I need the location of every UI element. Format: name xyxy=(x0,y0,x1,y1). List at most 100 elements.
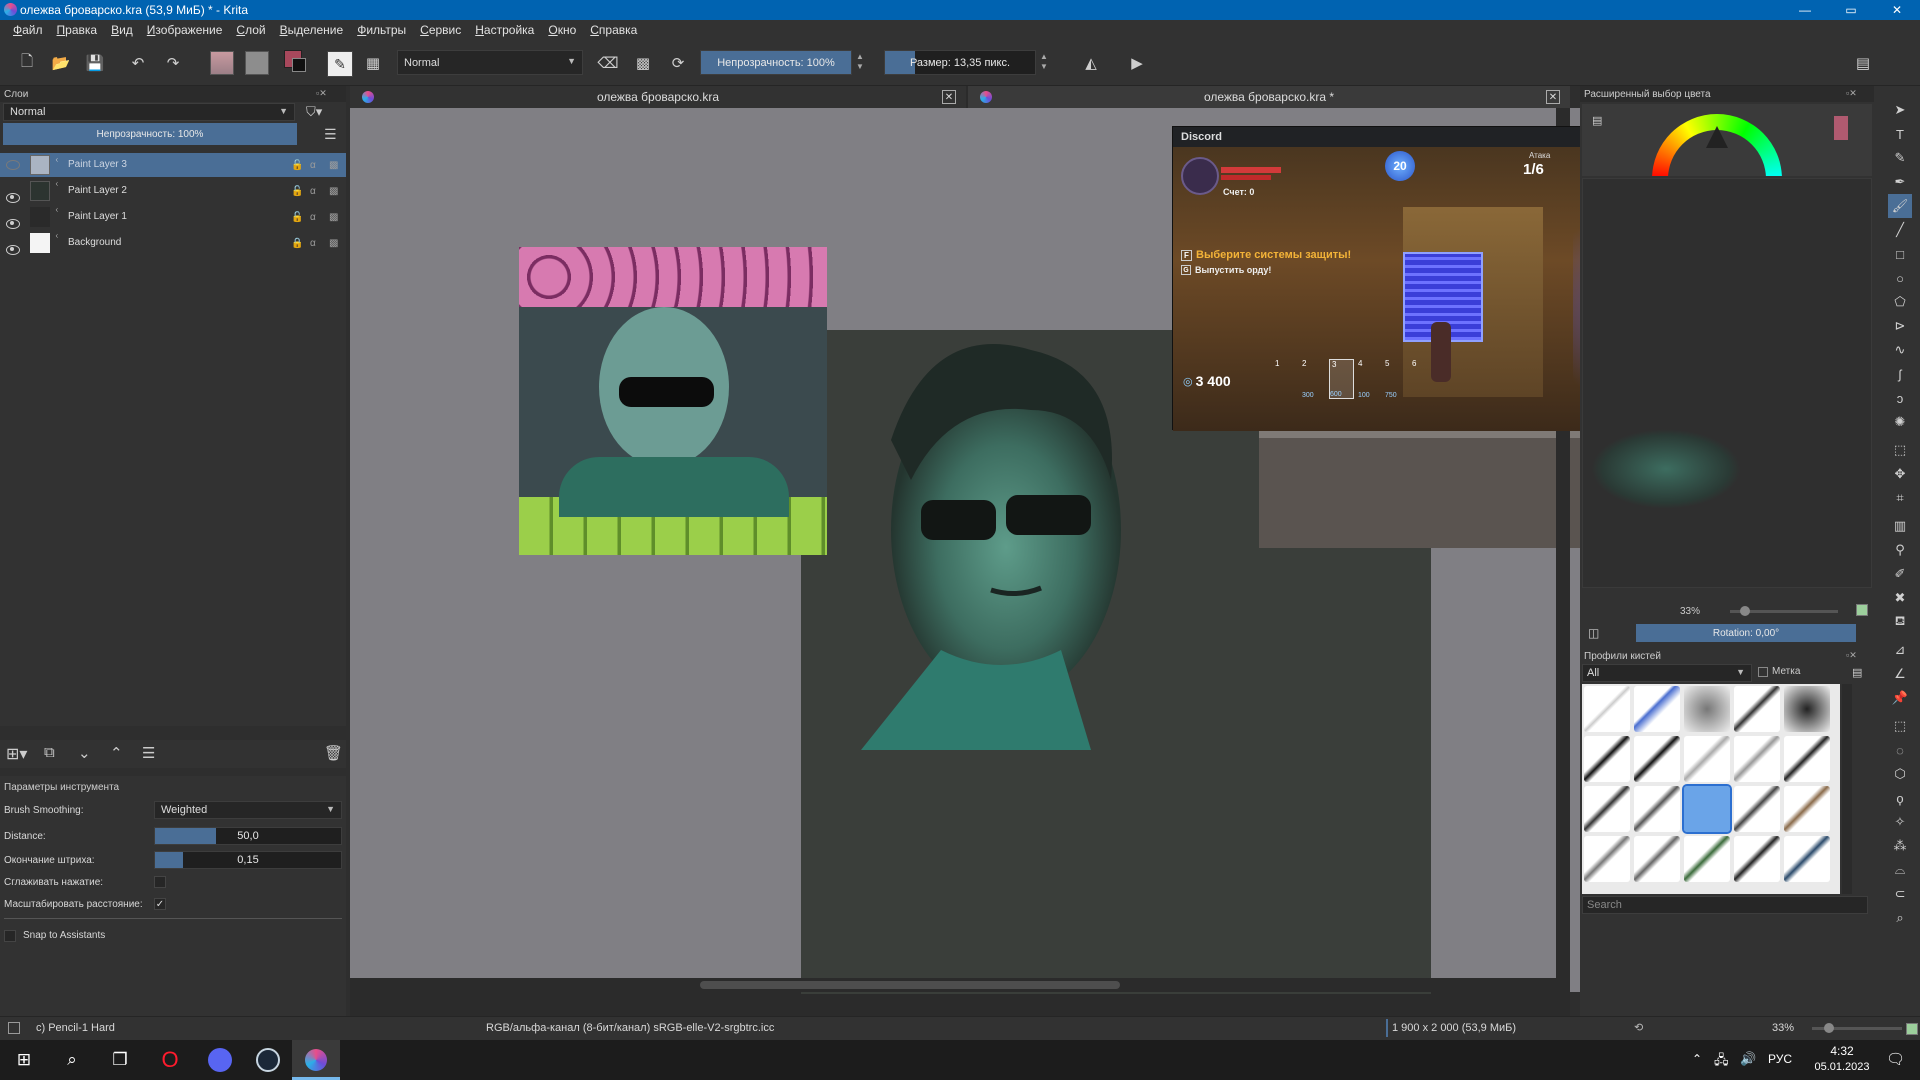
select-shape-icon[interactable]: ➤ xyxy=(1888,98,1912,122)
opacity-spinner[interactable]: ▲ ▼ xyxy=(856,52,864,72)
brush-preset-selected[interactable] xyxy=(1682,784,1732,834)
tray-chevron-icon[interactable]: ⌃ xyxy=(1692,1052,1702,1066)
menu-window[interactable]: Окно xyxy=(541,23,583,37)
brush-preset[interactable] xyxy=(1784,736,1830,782)
polygon-tool-icon[interactable]: ⬠ xyxy=(1888,290,1912,314)
opera-icon[interactable]: O xyxy=(146,1040,194,1080)
brush-preset[interactable] xyxy=(1584,686,1630,732)
float-close-icon[interactable]: ▫✕ xyxy=(316,88,327,99)
layer-opacity-slider[interactable]: Непрозрачность: 100% xyxy=(3,123,297,145)
polyline-tool-icon[interactable]: ⊳ xyxy=(1888,314,1912,338)
rotation-slider[interactable]: Rotation: 0,00° xyxy=(1636,624,1856,642)
measure-tool-icon[interactable]: ∠ xyxy=(1888,662,1912,686)
pixel-lock-icon[interactable]: ▩ xyxy=(329,186,339,197)
float-close-icon[interactable]: ▫✕ xyxy=(1846,650,1857,661)
zoom-tool-icon[interactable]: ⌕ xyxy=(1888,906,1912,930)
volume-icon[interactable]: 🔊 xyxy=(1740,1051,1756,1067)
layer-blend-mode-select[interactable]: Normal ▼ xyxy=(3,103,295,121)
brush-preset-grid[interactable] xyxy=(1582,684,1840,894)
tag-toggle[interactable]: Метка xyxy=(1758,666,1800,677)
ellipse-select-icon[interactable]: ◌ xyxy=(1888,738,1912,762)
overview-zoom-slider[interactable] xyxy=(1730,606,1838,616)
reference-tool-icon[interactable]: 📌 xyxy=(1888,686,1912,710)
freehand-select-icon[interactable]: ϙ xyxy=(1888,786,1912,810)
bezier-select-icon[interactable]: ⌓ xyxy=(1888,858,1912,882)
minimize-button[interactable]: — xyxy=(1782,0,1828,20)
doc-tab-2[interactable]: олежва броварско.kra * ✕ xyxy=(968,86,1570,108)
menu-image[interactable]: Изображение xyxy=(140,23,230,37)
overview-panel[interactable] xyxy=(1582,178,1872,588)
size-slider[interactable]: Размер: 13,35 пикс. xyxy=(884,50,1036,75)
brush-preset[interactable] xyxy=(1684,686,1730,732)
lock-icon[interactable]: 🔓 xyxy=(291,160,303,171)
opacity-slider[interactable]: Непрозрачность: 100% xyxy=(700,50,852,75)
hidden-eye-icon[interactable] xyxy=(6,160,20,170)
menu-help[interactable]: Справка xyxy=(583,23,644,37)
distance-slider[interactable]: 50,0 xyxy=(154,827,342,845)
lock-icon[interactable]: 🔒 xyxy=(291,238,303,249)
eye-icon[interactable] xyxy=(6,193,20,203)
brush-preset[interactable] xyxy=(1734,686,1780,732)
contiguous-select-icon[interactable]: ✧ xyxy=(1888,810,1912,834)
menu-layer[interactable]: Слой xyxy=(229,23,272,37)
brush-preset[interactable] xyxy=(1784,786,1830,832)
preset-search-input[interactable]: Search xyxy=(1582,896,1868,914)
docker-toggle-icon[interactable]: ▤ xyxy=(1850,50,1876,76)
color-selector[interactable]: ▤ xyxy=(1582,104,1872,176)
notifications-icon[interactable]: 🗨 xyxy=(1886,1050,1905,1068)
polygon-select-icon[interactable]: ⬡ xyxy=(1888,762,1912,786)
color-triangle[interactable] xyxy=(1706,126,1728,148)
alpha-icon[interactable]: α xyxy=(310,238,320,249)
alpha-icon[interactable]: α xyxy=(310,186,320,197)
menu-edit[interactable]: Правка xyxy=(50,23,105,37)
brush-preset[interactable] xyxy=(1634,786,1680,832)
mirror-view-icon[interactable]: ◫ xyxy=(1588,626,1599,640)
scale-distance-checkbox[interactable]: ✓ xyxy=(154,898,166,910)
menu-filters[interactable]: Фильтры xyxy=(350,23,413,37)
scroll-thumb[interactable] xyxy=(700,981,1120,989)
brush-preset[interactable] xyxy=(1784,686,1830,732)
open-document-icon[interactable]: 📂 xyxy=(48,50,74,76)
maximize-button[interactable]: ▭ xyxy=(1828,0,1874,20)
gradient-tool-icon[interactable]: ▥ xyxy=(1888,514,1912,538)
language-indicator[interactable]: РУС xyxy=(1768,1052,1792,1066)
pattern-swatch[interactable] xyxy=(245,51,269,75)
eye-icon[interactable] xyxy=(6,219,20,229)
stroke-end-slider[interactable]: 0,15 xyxy=(154,851,342,869)
crop-tool-icon[interactable]: ⌗ xyxy=(1888,486,1912,510)
freehand-path-icon[interactable]: ʃ xyxy=(1888,362,1912,386)
layer-row[interactable]: ᚲ Paint Layer 3 🔓 α ▩ xyxy=(0,153,346,177)
layer-name[interactable]: Background xyxy=(68,237,121,248)
dynamic-brush-icon[interactable]: ↄ xyxy=(1888,386,1912,410)
reload-preset-icon[interactable]: ⟳ xyxy=(665,50,691,76)
new-document-icon[interactable]: 🗋 xyxy=(14,50,40,76)
size-spinner[interactable]: ▲ ▼ xyxy=(1040,52,1048,72)
brush-preset[interactable] xyxy=(1584,736,1630,782)
colorize-mask-icon[interactable]: ✐ xyxy=(1888,562,1912,586)
alpha-icon[interactable]: α xyxy=(310,160,320,171)
horizontal-scrollbar[interactable] xyxy=(350,978,1556,992)
lock-icon[interactable]: 🔓 xyxy=(291,186,303,197)
brush-preset-button[interactable]: ✎ xyxy=(327,51,353,77)
layer-row[interactable]: ᚲ Background 🔒 α ▩ xyxy=(0,231,346,255)
similar-select-icon[interactable]: ⁂ xyxy=(1888,834,1912,858)
discord-icon[interactable] xyxy=(196,1040,244,1080)
layer-row[interactable]: ᚲ Paint Layer 2 🔓 α ▩ xyxy=(0,179,346,203)
brush-preset[interactable] xyxy=(1784,836,1830,882)
delete-layer-icon[interactable]: 🗑 xyxy=(324,744,343,762)
text-tool-icon[interactable]: T xyxy=(1888,122,1912,146)
close-tab-icon[interactable]: ✕ xyxy=(1546,90,1560,104)
task-view-icon[interactable]: ❐ xyxy=(96,1040,144,1080)
freehand-brush-icon[interactable]: 🖌 xyxy=(1888,194,1912,218)
search-icon[interactable]: ⌕ xyxy=(48,1040,96,1080)
fit-view-icon[interactable] xyxy=(1856,604,1868,616)
close-tab-icon[interactable]: ✕ xyxy=(942,90,956,104)
smart-patch-icon[interactable]: ✖ xyxy=(1888,586,1912,610)
tag-checkbox[interactable] xyxy=(1758,666,1768,677)
brush-preset[interactable] xyxy=(1584,786,1630,832)
brush-smoothing-select[interactable]: Weighted ▼ xyxy=(154,801,342,819)
doc-tab-1[interactable]: олежва броварско.kra ✕ xyxy=(350,86,966,108)
brush-preset[interactable] xyxy=(1634,686,1680,732)
duplicate-layer-icon[interactable]: ⧉ xyxy=(44,744,55,761)
blend-mode-select[interactable]: Normal ▼ xyxy=(397,50,583,75)
